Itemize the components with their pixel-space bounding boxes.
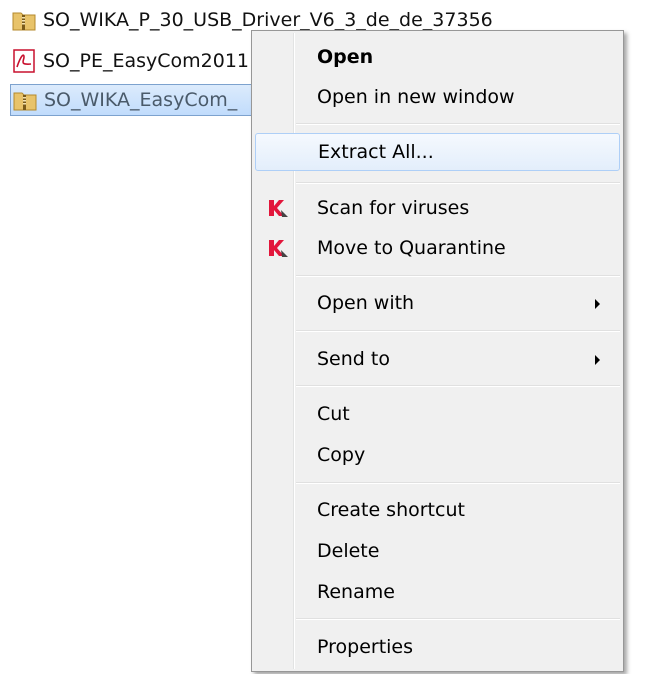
menu-separator <box>296 123 620 125</box>
menu-item-copy[interactable]: Copy <box>255 436 620 474</box>
file-name: SO_WIKA_EasyCom_ <box>44 89 238 111</box>
submenu-arrow-icon <box>595 355 600 365</box>
menu-item-delete[interactable]: Delete <box>255 532 620 570</box>
menu-item-properties[interactable]: Properties <box>255 628 620 666</box>
file-item-pdf[interactable]: SO_PE_EasyCom2011 <box>12 44 249 78</box>
menu-item-label: Send to <box>317 348 390 370</box>
menu-item-create-shortcut[interactable]: Create shortcut <box>255 491 620 529</box>
pdf-icon <box>13 49 35 73</box>
menu-item-send-to[interactable]: Send to <box>255 340 620 378</box>
menu-item-label: Scan for viruses <box>317 197 470 219</box>
menu-separator <box>296 330 620 332</box>
menu-item-move-quarantine[interactable]: Move to Quarantine <box>255 229 620 267</box>
kaspersky-icon <box>269 240 288 257</box>
menu-item-open[interactable]: Open <box>255 38 620 76</box>
menu-separator <box>296 182 620 184</box>
menu-item-label: Open in new window <box>317 86 515 108</box>
menu-item-scan-viruses[interactable]: Scan for viruses <box>255 189 620 227</box>
menu-item-label: Open with <box>317 292 415 314</box>
zip-folder-icon <box>13 92 37 111</box>
menu-separator <box>296 482 620 484</box>
menu-separator <box>296 275 620 277</box>
kaspersky-icon <box>269 200 288 217</box>
menu-separator <box>296 618 620 620</box>
menu-item-label: Move to Quarantine <box>317 237 506 259</box>
zip-folder-icon <box>12 12 36 31</box>
context-menu: Open Open in new window Extract All... S… <box>251 30 624 672</box>
menu-item-extract-all[interactable]: Extract All... <box>255 133 620 171</box>
menu-item-label: Open <box>317 46 374 68</box>
menu-item-label: Create shortcut <box>317 499 465 521</box>
menu-item-label: Extract All... <box>318 141 434 163</box>
menu-item-label: Copy <box>317 444 366 466</box>
file-name: SO_WIKA_P_30_USB_Driver_V6_3_de_de_37356 <box>43 9 493 31</box>
menu-item-cut[interactable]: Cut <box>255 395 620 433</box>
menu-item-label: Rename <box>317 581 395 603</box>
menu-item-label: Cut <box>317 403 350 425</box>
submenu-arrow-icon <box>595 299 600 309</box>
menu-item-open-new-window[interactable]: Open in new window <box>255 78 620 116</box>
menu-item-label: Properties <box>317 636 414 658</box>
menu-item-rename[interactable]: Rename <box>255 573 620 611</box>
menu-item-open-with[interactable]: Open with <box>255 284 620 322</box>
menu-item-label: Delete <box>317 540 380 562</box>
menu-separator <box>296 385 620 387</box>
file-name: SO_PE_EasyCom2011 <box>43 50 250 72</box>
